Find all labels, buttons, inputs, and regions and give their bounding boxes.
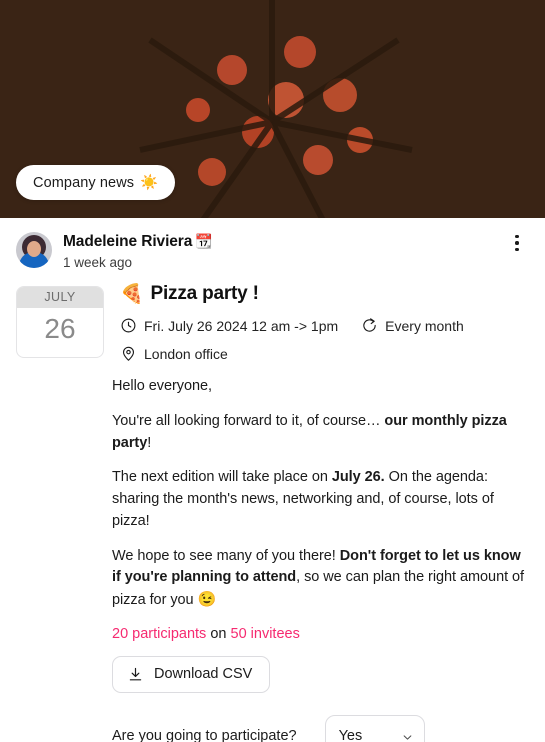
body-p3-a: The next edition will take place on [112,469,332,486]
body-paragraph-2: You're all looking forward to it, of cou… [112,411,529,455]
event-location-label: London office [144,345,228,362]
sun-icon: ☀️ [140,175,159,191]
body-p4-a: We hope to see many of you there! [112,547,340,564]
rsvp-select[interactable]: Yes [324,714,425,742]
category-badge[interactable]: Company news ☀️ [16,165,176,200]
kebab-dot [515,247,519,252]
author-name: Madeleine Riviera [63,233,193,250]
body-paragraph-3: The next edition will take place on July… [112,467,529,532]
body-p2-c: ! [147,434,152,451]
date-badge-month: JULY [17,287,103,308]
repeat-icon [363,318,376,332]
date-badge: JULY 26 [16,286,104,358]
avatar[interactable] [16,232,52,268]
body-paragraph-1: Hello everyone, [112,378,212,394]
post-timestamp: 1 week ago [63,255,133,270]
pizza-icon: 🍕 [120,284,144,305]
event-datetime-label: Fri. July 26 2024 12 am -> 1pm [144,317,339,334]
rsvp-question: Are you going to participate? [112,727,297,742]
author-name-line: Madeleine Riviera 📆 [63,233,213,251]
event-recurrence: Every month [361,317,464,334]
wink-icon: 😉 [197,591,217,608]
invitees-count-link[interactable]: 50 invitees [231,626,300,642]
participants-summary: 20 participants on 50 invitees [0,625,545,642]
more-options-icon[interactable] [508,232,526,254]
participants-count-link[interactable]: 20 participants [112,626,206,642]
event-title-row: 🍕 Pizza party ! [120,282,529,306]
download-csv-button[interactable]: Download CSV [112,655,271,693]
event-location: London office [120,345,228,362]
rsvp-selected-value: Yes [338,727,363,742]
download-icon [129,667,142,681]
body-paragraph-4: We hope to see many of you there! Don't … [112,546,529,612]
author-row: Madeleine Riviera 📆 1 week ago [0,218,545,270]
post-body: Hello everyone, You're all looking forwa… [0,362,545,612]
event-datetime: Fri. July 26 2024 12 am -> 1pm [120,317,338,334]
rsvp-row: Are you going to participate? Yes [112,714,529,742]
author-meta: Madeleine Riviera 📆 1 week ago [63,232,213,270]
category-badge-label: Company news [33,174,135,191]
event-header: JULY 26 🍕 Pizza party ! Fri. July 26 202… [0,270,545,362]
event-main: 🍕 Pizza party ! Fri. July 26 2024 12 am … [104,282,529,362]
participants-joiner: on [206,625,231,642]
kebab-dot [515,241,519,245]
chevron-down-icon [403,735,411,740]
body-p2-a: You're all looking forward to it, of cou… [112,412,385,429]
kebab-dot [515,234,519,239]
event-meta-line-1: Fri. July 26 2024 12 am -> 1pm Every mon… [120,317,529,334]
event-post-card: Company news ☀️ Madeleine Riviera 📆 1 wee… [0,0,545,742]
event-meta-line-2: London office [120,345,529,362]
avatar-face [27,241,41,257]
event-recurrence-label: Every month [385,317,464,334]
page-title: Pizza party ! [150,283,259,304]
body-p3-bold: July 26. [331,469,385,486]
hero-image: Company news ☀️ [0,0,545,218]
date-badge-day: 26 [44,313,76,344]
clock-icon [121,318,136,333]
download-csv-label: Download CSV [154,666,253,683]
location-pin-icon [122,346,135,361]
calendar-icon: 📆 [195,233,213,249]
